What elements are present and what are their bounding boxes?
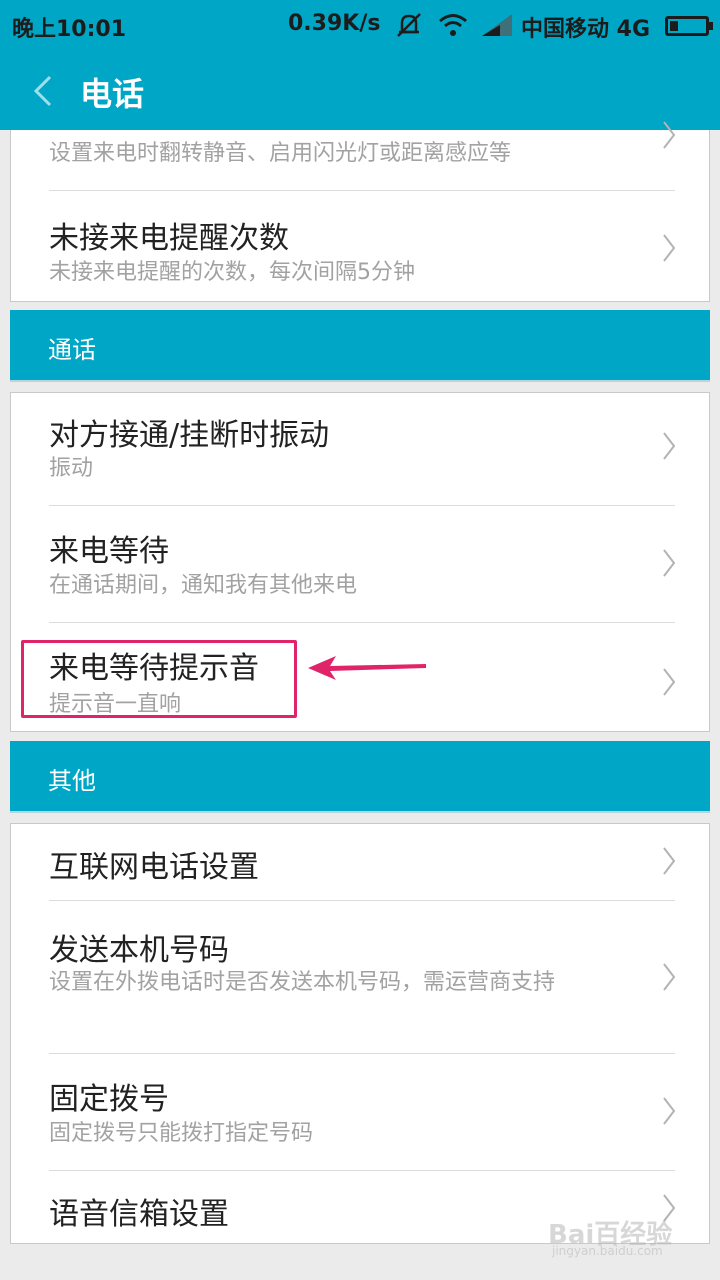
section-label: 通话 (48, 336, 96, 364)
network-speed: 0.39K/s (288, 11, 381, 36)
item-title: 来电等待 (49, 534, 169, 569)
wifi-icon (439, 14, 467, 36)
list-item[interactable]: 固定拨号 固定拨号只能拨打指定号码 (11, 1054, 711, 1170)
section-label: 其他 (48, 767, 96, 795)
app-bar: 电话 (0, 50, 720, 130)
item-title: 语音信箱设置 (49, 1197, 229, 1232)
watermark-url: jingyan.baidu.com (552, 1244, 663, 1258)
mute-icon (397, 13, 421, 37)
page-title: 电话 (80, 75, 145, 113)
watermark-logo: Bai百经验 jingyan.baidu.com (548, 1214, 688, 1258)
list-item[interactable]: 互联网电话设置 (11, 824, 711, 900)
item-subtitle: 固定拨号只能拨打指定号码 (49, 1121, 314, 1146)
chevron-right-icon (663, 121, 676, 149)
chevron-right-icon (663, 668, 676, 696)
list-item[interactable]: 对方接通/挂断时振动 振动 (11, 393, 711, 505)
item-subtitle: 设置来电时翻转静音、启用闪光灯或距离感应等 (49, 141, 512, 166)
section-header-calls: 通话 (10, 310, 710, 382)
item-title: 发送本机号码 (49, 933, 229, 968)
chevron-right-icon (663, 432, 676, 460)
chevron-right-icon (663, 234, 676, 262)
item-subtitle: 在通话期间，通知我有其他来电 (49, 573, 358, 598)
item-title: 互联网电话设置 (49, 850, 259, 885)
list-item[interactable]: 发送本机号码 设置在外拨电话时是否发送本机号码，需运营商支持 (11, 901, 711, 1053)
battery-icon (665, 16, 713, 36)
list-item[interactable]: 设置来电时翻转静音、启用闪光灯或距离感应等 (11, 121, 711, 190)
annotation-arrow-icon (308, 656, 426, 680)
item-title: 固定拨号 (49, 1082, 169, 1117)
settings-card-other: 互联网电话设置 发送本机号码 设置在外拨电话时是否发送本机号码，需运营商支持 固… (10, 823, 710, 1244)
settings-card-incoming: 设置来电时翻转静音、启用闪光灯或距离感应等 未接来电提醒次数 未接来电提醒的次数… (10, 121, 711, 302)
status-time: 晚上10:01 (12, 17, 127, 42)
item-subtitle: 未接来电提醒的次数，每次间隔5分钟 (49, 260, 415, 285)
item-title: 对方接通/挂断时振动 (49, 418, 330, 453)
chevron-right-icon (663, 963, 676, 991)
item-subtitle: 振动 (49, 456, 94, 481)
chevron-right-icon (663, 847, 676, 875)
chevron-right-icon (663, 549, 676, 577)
item-subtitle: 设置在外拨电话时是否发送本机号码，需运营商支持 (49, 970, 556, 995)
list-item[interactable]: 来电等待 在通话期间，通知我有其他来电 (11, 506, 711, 622)
item-title: 未接来电提醒次数 (49, 221, 289, 256)
annotation-highlight-box (21, 640, 297, 718)
chevron-right-icon (663, 1097, 676, 1125)
signal-icon (482, 14, 512, 36)
list-item[interactable]: 未接来电提醒次数 未接来电提醒的次数，每次间隔5分钟 (11, 191, 711, 301)
carrier-label: 中国移动 4G (521, 17, 651, 42)
section-header-other: 其他 (10, 741, 710, 813)
status-bar: 晚上10:01 0.39K/s 中国移动 4G (0, 0, 720, 50)
chevron-left-icon[interactable] (30, 74, 58, 108)
